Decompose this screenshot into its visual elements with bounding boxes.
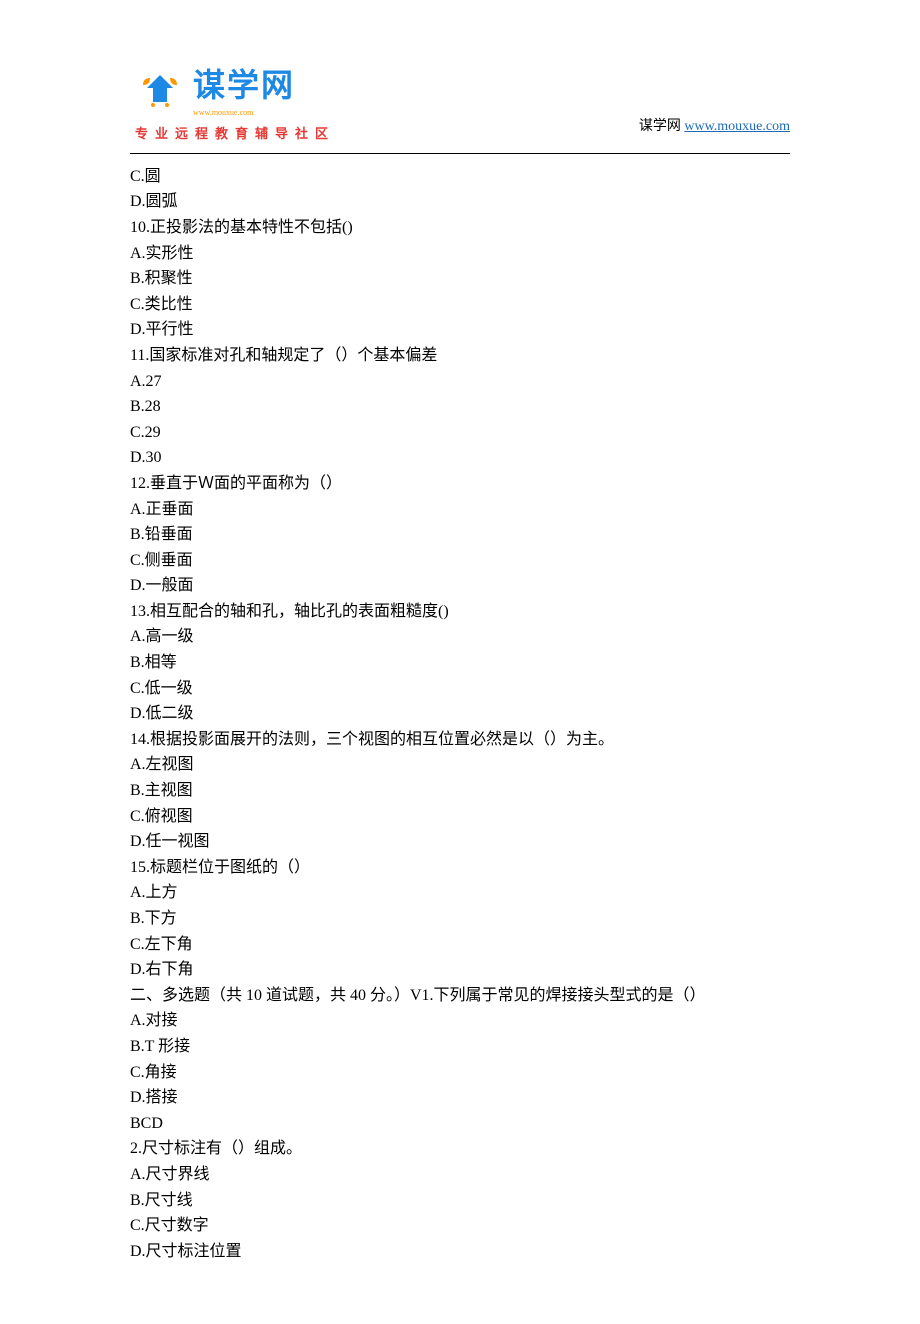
content-line: C.圆 bbox=[130, 164, 790, 190]
content-line: 11.国家标准对孔和轴规定了（）个基本偏差 bbox=[130, 343, 790, 369]
content-line: D.平行性 bbox=[130, 317, 790, 343]
content-line: B.铅垂面 bbox=[130, 522, 790, 548]
page-header: 谋学网 www.mouxue.com 专业远程教育辅导社区 谋学网 www.mo… bbox=[0, 0, 920, 145]
header-right: 谋学网 www.mouxue.com bbox=[639, 116, 790, 144]
logo-icon bbox=[135, 70, 185, 110]
content-line: 13.相互配合的轴和孔，轴比孔的表面粗糙度() bbox=[130, 599, 790, 625]
content-line: C.29 bbox=[130, 420, 790, 446]
content-line: D.30 bbox=[130, 445, 790, 471]
header-divider bbox=[130, 153, 790, 154]
content-line: B.28 bbox=[130, 394, 790, 420]
content-line: A.左视图 bbox=[130, 752, 790, 778]
content-line: BCD bbox=[130, 1111, 790, 1137]
content-line: A.上方 bbox=[130, 880, 790, 906]
content-line: D.低二级 bbox=[130, 701, 790, 727]
content-line: A.实形性 bbox=[130, 241, 790, 267]
content-line: D.尺寸标注位置 bbox=[130, 1239, 790, 1265]
content-line: D.任一视图 bbox=[130, 829, 790, 855]
content-line: 2.尺寸标注有（）组成。 bbox=[130, 1136, 790, 1162]
header-right-label: 谋学网 bbox=[639, 119, 681, 134]
content-line: B.尺寸线 bbox=[130, 1188, 790, 1214]
content-line: D.圆弧 bbox=[130, 189, 790, 215]
content-line: D.搭接 bbox=[130, 1085, 790, 1111]
content-line: D.右下角 bbox=[130, 957, 790, 983]
content-line: C.类比性 bbox=[130, 292, 790, 318]
content-line: A.对接 bbox=[130, 1008, 790, 1034]
content-line: A.尺寸界线 bbox=[130, 1162, 790, 1188]
content-line: A.正垂面 bbox=[130, 497, 790, 523]
content-line: 15.标题栏位于图纸的（） bbox=[130, 855, 790, 881]
content-line: C.低一级 bbox=[130, 676, 790, 702]
content-line: A.27 bbox=[130, 369, 790, 395]
content-line: C.尺寸数字 bbox=[130, 1213, 790, 1239]
content-line: 12.垂直于Ｗ面的平面称为（） bbox=[130, 471, 790, 497]
content-line: 二、多选题（共 10 道试题，共 40 分。）V1.下列属于常见的焊接接头型式的… bbox=[130, 983, 790, 1009]
content-line: B.主视图 bbox=[130, 778, 790, 804]
content-line: D.一般面 bbox=[130, 573, 790, 599]
content-line: 10.正投影法的基本特性不包括() bbox=[130, 215, 790, 241]
header-right-link[interactable]: www.mouxue.com bbox=[684, 119, 790, 134]
content-line: C.左下角 bbox=[130, 932, 790, 958]
content-line: A.高一级 bbox=[130, 624, 790, 650]
content-line: B.下方 bbox=[130, 906, 790, 932]
logo-text-block: 谋学网 www.mouxue.com bbox=[193, 60, 295, 120]
logo-main-text: 谋学网 bbox=[193, 60, 295, 111]
content-line: B.积聚性 bbox=[130, 266, 790, 292]
content-line: B.相等 bbox=[130, 650, 790, 676]
content-line: C.角接 bbox=[130, 1060, 790, 1086]
content-line: C.俯视图 bbox=[130, 804, 790, 830]
logo-row: 谋学网 www.mouxue.com bbox=[135, 60, 335, 120]
content-line: C.侧垂面 bbox=[130, 548, 790, 574]
document-content: C.圆 D.圆弧 10.正投影法的基本特性不包括() A.实形性 B.积聚性 C… bbox=[0, 164, 920, 1324]
content-line: 14.根据投影面展开的法则，三个视图的相互位置必然是以（）为主。 bbox=[130, 727, 790, 753]
logo-tagline: 专业远程教育辅导社区 bbox=[135, 124, 335, 145]
logo-block: 谋学网 www.mouxue.com 专业远程教育辅导社区 bbox=[135, 60, 335, 145]
content-line: B.T 形接 bbox=[130, 1034, 790, 1060]
